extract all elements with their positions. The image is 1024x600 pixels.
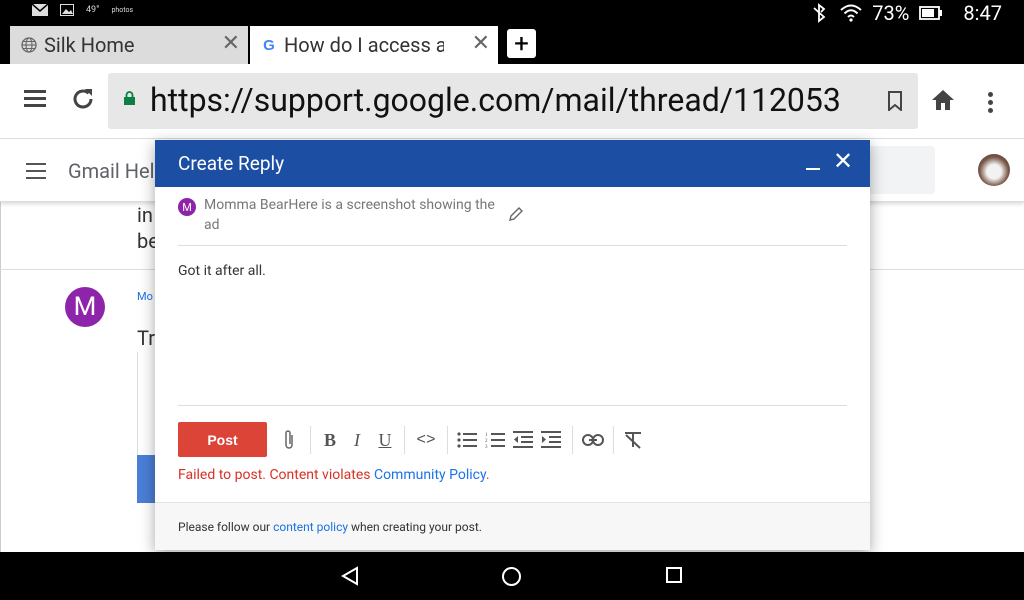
menu-icon[interactable]	[24, 90, 46, 110]
quote-avatar: M	[178, 198, 196, 216]
search-box[interactable]	[860, 146, 935, 194]
create-reply-dialog: Create Reply ✕ M Momma BearHere is a scr…	[155, 140, 870, 550]
dialog-header: Create Reply ✕	[155, 140, 870, 187]
minimize-icon[interactable]	[806, 168, 820, 170]
indent-icon[interactable]	[539, 428, 563, 452]
reply-author-avatar: M	[65, 287, 105, 327]
battery-percent: 73%	[872, 1, 910, 25]
attach-icon[interactable]	[277, 428, 301, 452]
bookmark-icon[interactable]	[888, 91, 902, 111]
post-text-line: in	[137, 203, 153, 227]
home-icon[interactable]	[930, 88, 956, 112]
tab-label: How do I access ar	[284, 33, 444, 57]
more-options-icon[interactable]	[988, 92, 993, 116]
photos-app-icon: photos	[111, 6, 134, 14]
lock-icon	[124, 91, 135, 105]
error-text: Failed to post. Content violates	[178, 467, 374, 483]
numbered-list-icon[interactable]: 123	[483, 428, 507, 452]
community-policy-link[interactable]: Community Policy	[374, 467, 486, 483]
svg-text:3: 3	[485, 445, 488, 449]
background-image	[137, 455, 157, 503]
system-indicators: 73% 8:47	[810, 1, 1002, 25]
photo-icon	[60, 4, 74, 16]
footer-suffix: when creating your post.	[348, 520, 482, 534]
dialog-footer: Please follow our content policy when cr…	[155, 502, 870, 550]
footer-note: Please follow our content policy when cr…	[178, 520, 482, 534]
bold-icon[interactable]: B	[318, 428, 342, 452]
account-avatar[interactable]	[978, 154, 1010, 186]
bulleted-list-icon[interactable]	[455, 428, 479, 452]
clock: 8:47	[963, 1, 1002, 25]
page-title: Gmail Hel	[68, 159, 155, 183]
tab-label: Silk Home	[44, 33, 135, 57]
code-icon[interactable]: <>	[414, 428, 438, 452]
browser-toolbar: https://support.google.com/mail/thread/1…	[0, 64, 1024, 139]
error-message: Failed to post. Content violates Communi…	[178, 467, 490, 483]
link-icon[interactable]	[581, 428, 605, 452]
url-text[interactable]: https://support.google.com/mail/thread/1…	[150, 81, 875, 119]
edit-pencil-icon[interactable]	[508, 206, 524, 222]
hamburger-menu-icon[interactable]	[26, 163, 46, 184]
close-icon[interactable]: ✕	[833, 149, 853, 173]
navigation-bar	[0, 552, 1024, 600]
reply-heading: Tr	[137, 326, 155, 350]
recents-icon[interactable]	[665, 566, 683, 584]
dialog-title: Create Reply	[178, 152, 285, 175]
error-suffix: .	[485, 467, 490, 483]
bluetooth-off-icon	[813, 3, 826, 23]
wifi-icon	[840, 4, 862, 22]
svg-text:2: 2	[485, 439, 488, 444]
underline-icon[interactable]: U	[373, 428, 397, 452]
home-button-icon[interactable]	[501, 566, 522, 587]
reload-icon[interactable]	[70, 86, 96, 117]
close-tab-icon[interactable]: ✕	[472, 33, 490, 55]
close-tab-icon[interactable]: ✕	[222, 33, 240, 55]
clear-format-icon[interactable]	[621, 428, 645, 452]
tab-how-do-i-access[interactable]: G How do I access ar ✕	[250, 26, 498, 64]
new-tab-button[interactable]: +	[507, 29, 536, 58]
tab-silk-home[interactable]: Silk Home ✕	[10, 26, 248, 64]
outdent-icon[interactable]	[511, 428, 535, 452]
reply-body-text[interactable]: Got it after all.	[178, 263, 266, 279]
google-icon: G	[263, 36, 275, 54]
back-icon[interactable]	[340, 566, 360, 586]
url-bar[interactable]: https://support.google.com/mail/thread/1…	[108, 73, 918, 129]
battery-icon	[919, 6, 943, 20]
quoted-message: Momma BearHere is a screenshot showing t…	[204, 197, 495, 233]
notification-icons: 49° photos	[32, 4, 133, 16]
italic-icon[interactable]: I	[345, 428, 369, 452]
mail-icon	[32, 4, 48, 16]
globe-icon	[20, 36, 38, 54]
footer-prefix: Please follow our	[178, 520, 274, 534]
svg-text:1: 1	[485, 433, 488, 438]
content-policy-link[interactable]: content policy	[273, 520, 348, 534]
status-bar: 49° photos 73% 8:47	[0, 0, 1024, 25]
reply-author-name[interactable]: Mo	[137, 290, 153, 303]
post-button[interactable]: Post	[178, 422, 267, 457]
weather-temperature: 49°	[86, 5, 100, 15]
